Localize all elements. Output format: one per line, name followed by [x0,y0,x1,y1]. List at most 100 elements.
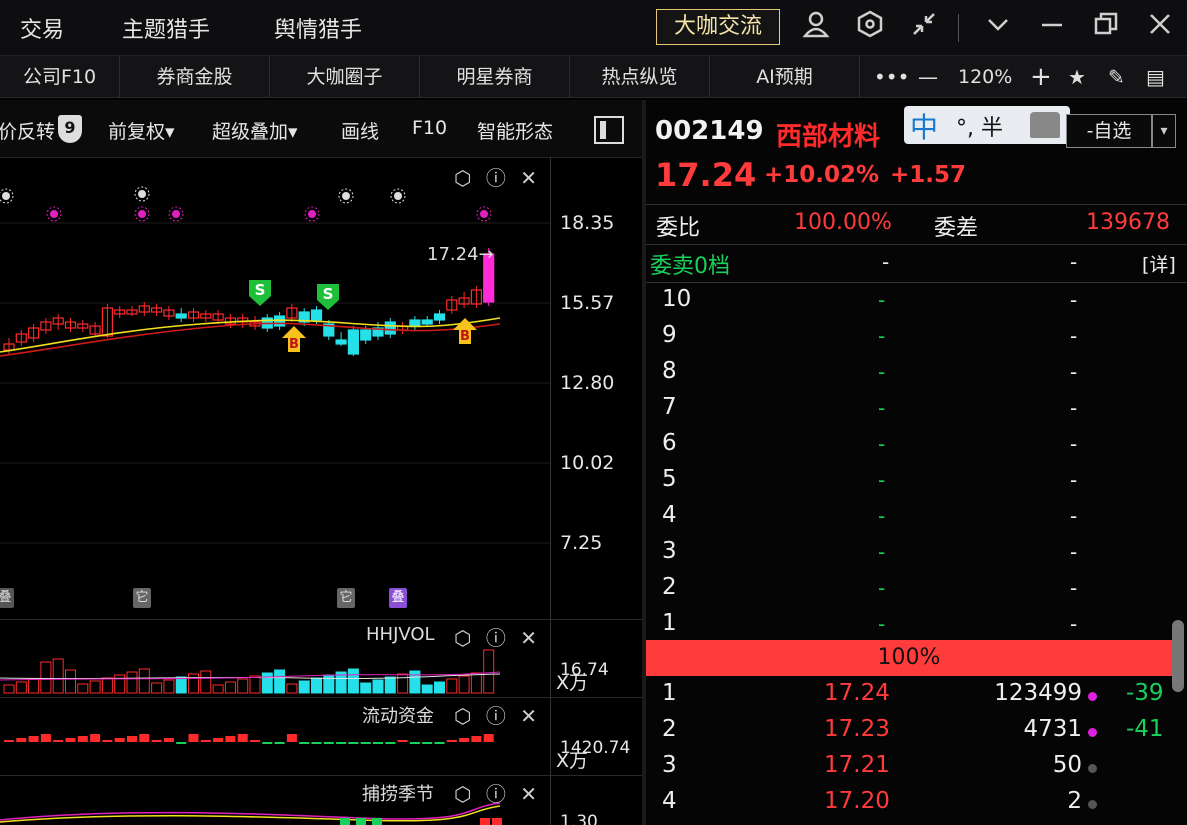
liquidity-bar [139,734,150,742]
ask-row[interactable]: 7 - - [646,394,1187,430]
ime-mode[interactable]: 中 [910,106,938,146]
season-value: 1.30 [560,812,598,825]
tab-star-brokers[interactable]: 明星券商 [420,56,570,98]
ask-volume: - [1070,540,1078,564]
volume-bar [175,676,187,694]
overlay-dropdown[interactable]: 超级叠加▾ [212,117,298,144]
volume-bar [237,678,249,694]
user-icon[interactable] [798,10,834,46]
bid-level: 2 [662,716,677,742]
liquidity-bar [397,740,408,742]
zoom-level: 120% [958,66,1013,88]
nav-theme-hunter[interactable]: 主题猎手 [122,12,210,44]
ask-row[interactable]: 2 - - [646,574,1187,610]
pane-settings-icon[interactable]: ⬡ [454,704,471,728]
liquidity-bar [213,738,224,742]
f10-tool[interactable]: F10 [412,117,447,139]
volume-bar [101,677,113,694]
volume-bar [372,679,384,694]
volume-bar [52,658,64,694]
scrollbar-thumb[interactable] [1172,620,1184,692]
bid-row[interactable]: 2 17.23 4731 -41 [646,714,1172,750]
ime-skin-icon[interactable] [1030,112,1060,138]
tab-company-f10[interactable]: 公司F10 [0,56,120,98]
pane-settings-icon[interactable]: ⬡ [454,626,471,650]
pane-settings-icon[interactable]: ⬡ [454,782,471,806]
pane-settings-icon[interactable]: ⬡ [454,166,471,190]
candle-body [360,329,372,341]
overlay-tag[interactable]: 叠 [0,588,14,608]
ask-row[interactable]: 3 - - [646,538,1187,574]
minimize-icon[interactable] [1034,10,1070,46]
ask-row[interactable]: 10 - - [646,286,1187,322]
other-tag[interactable]: 它 [133,588,151,608]
zoom-in-icon[interactable]: + [1030,56,1052,98]
expert-exchange-button[interactable]: 大咖交流 [656,9,780,45]
ask-row[interactable]: 6 - - [646,430,1187,466]
tab-hot-overview[interactable]: 热点纵览 [570,56,710,98]
bid-row[interactable]: 3 17.21 50 [646,750,1172,786]
tab-ai-forecast[interactable]: AI预期 [710,56,860,98]
liquidity-bar [40,734,51,742]
pane-help-icon[interactable]: ⓘ [486,704,506,728]
ask-row[interactable]: 4 - - [646,502,1187,538]
zoom-out-icon[interactable]: — [918,56,938,98]
kline-chart-area[interactable]: S S B B [0,158,642,825]
star-icon[interactable]: ★ [1068,56,1086,98]
pane-close-icon[interactable]: ✕ [520,626,537,650]
hhjvol-label: HHJVOL [366,624,435,645]
ask-level: 8 [662,358,677,384]
ime-toolbar[interactable]: 中 °, 半 [904,106,1070,144]
other-tag[interactable]: 它 [337,588,355,608]
liquidity-bar [409,742,420,744]
chevron-down-icon[interactable] [980,10,1016,46]
ask-row[interactable]: 5 - - [646,466,1187,502]
watchlist-dropdown-icon[interactable]: ▾ [1152,114,1176,148]
adjust-dropdown[interactable]: 前复权▾ [108,117,175,144]
nav-sentiment-hunter[interactable]: 舆情猎手 [274,12,362,44]
nav-trade[interactable]: 交易 [20,12,64,44]
bid-change: -39 [1126,680,1164,706]
pane-help-icon[interactable]: ⓘ [486,166,506,190]
liquidity-bar [286,734,297,742]
tab-expert-circle[interactable]: 大咖圈子 [270,56,420,98]
watchlist-button[interactable]: -自选 [1066,114,1152,148]
restore-icon[interactable] [1088,10,1124,46]
ask-level: 7 [662,394,677,420]
close-icon[interactable] [1142,10,1178,46]
liquidity-bar [114,738,125,742]
ask-level: 3 [662,538,677,564]
weibi-value: 100.00% [794,210,892,235]
pane-close-icon[interactable]: ✕ [520,782,537,806]
bid-row[interactable]: 1 17.24 123499 -39 [646,678,1172,714]
liquidity-bar [102,740,113,742]
pane-close-icon[interactable]: ✕ [520,166,537,190]
pane-help-icon[interactable]: ⓘ [486,626,506,650]
candle-body [347,329,359,355]
bid-level: 1 [662,680,677,706]
ask-row[interactable]: 8 - - [646,358,1187,394]
overlay-tag[interactable]: 叠 [389,588,407,608]
ime-punct[interactable]: °, 半 [956,110,1003,142]
collapse-icon[interactable] [906,10,942,46]
sidebar-toggle-icon[interactable] [594,116,624,144]
signal-star-icon [50,210,58,218]
draw-line-tool[interactable]: 画线 [341,117,379,144]
layout-icon[interactable]: ▤ [1146,56,1165,98]
tab-broker-stocks[interactable]: 券商金股 [120,56,270,98]
season-bar [372,818,382,825]
detail-link[interactable]: [详] [1142,250,1176,277]
price-reversal-tool[interactable]: 价反转 [0,117,55,144]
bid-row[interactable]: 4 17.20 2 [646,786,1172,822]
volume-bar [483,649,495,694]
ask-row[interactable]: 9 - - [646,322,1187,358]
pane-close-icon[interactable]: ✕ [520,704,537,728]
pattern-tool[interactable]: 智能形态 [477,117,553,144]
volume-bar [212,684,224,694]
more-icon[interactable]: ••• [874,56,909,98]
pen-icon[interactable]: ✎ [1108,56,1125,98]
hexagon-settings-icon[interactable] [852,10,888,46]
buy-marker-label: B [460,329,470,344]
ask-price: - [878,396,886,420]
pane-help-icon[interactable]: ⓘ [486,782,506,806]
